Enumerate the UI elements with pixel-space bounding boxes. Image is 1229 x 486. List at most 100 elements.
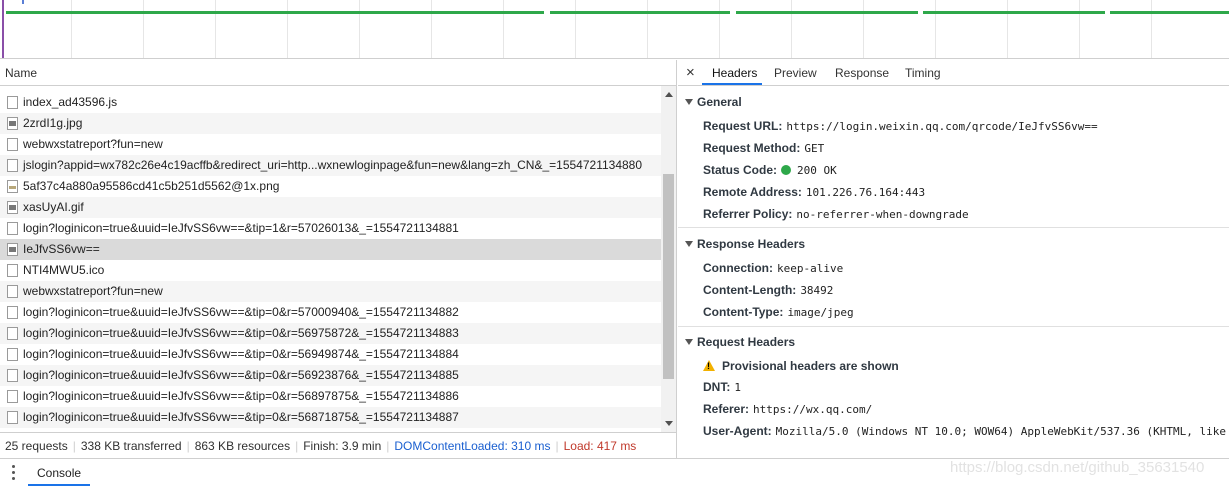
overview-gridline <box>359 0 360 58</box>
header-value: GET <box>804 142 825 155</box>
tab-preview[interactable]: Preview <box>774 66 817 80</box>
overview-event-marker <box>22 0 24 4</box>
overview-gridline <box>1007 0 1008 58</box>
file-icon <box>7 285 18 298</box>
watermark: https://blog.csdn.net/github_35631540 <box>950 459 1205 476</box>
tab-console[interactable]: Console <box>37 466 81 480</box>
overview-request-bar <box>6 11 544 14</box>
connection-row: Connection: keep-alive <box>703 261 843 275</box>
overview-gridline <box>287 0 288 58</box>
request-url-row: Request URL: https://login.weixin.qq.com/… <box>703 119 1098 133</box>
response-headers-title: Response Headers <box>697 237 806 251</box>
header-key: Content-Length: <box>703 283 797 297</box>
request-name: NTI4MWU5.ico <box>23 263 105 277</box>
referer-row: Referer: https://wx.qq.com/ <box>703 402 872 416</box>
request-name: login?loginicon=true&uuid=IeJfvSS6vw==&t… <box>23 410 459 424</box>
response-headers-section: Response Headers Connection: keep-alive C… <box>678 228 1229 325</box>
header-key: Status Code: <box>703 163 778 177</box>
request-row[interactable]: login?loginicon=true&uuid=IeJfvSS6vw==&t… <box>0 407 661 428</box>
tab-headers[interactable]: Headers <box>712 66 757 80</box>
separator: | <box>186 439 190 453</box>
request-headers-section: Request Headers Provisional headers are … <box>678 326 1229 458</box>
request-list-scrollbar[interactable] <box>661 86 676 432</box>
request-list[interactable]: index_ad43596.js 2zrdI1g.jpg webwxstatre… <box>0 86 661 432</box>
request-name: login?loginicon=true&uuid=IeJfvSS6vw==&t… <box>23 368 459 382</box>
header-value: keep-alive <box>777 262 844 275</box>
request-row[interactable]: login?loginicon=true&uuid=IeJfvSS6vw==&t… <box>0 218 661 239</box>
dnt-row: DNT: 1 <box>703 380 741 394</box>
overview-gridline <box>503 0 504 58</box>
request-row[interactable]: login?loginicon=true&uuid=IeJfvSS6vw==&t… <box>0 323 661 344</box>
finish-time: Finish: 3.9 min <box>303 439 382 453</box>
request-name: login?loginicon=true&uuid=IeJfvSS6vw==&t… <box>23 221 459 235</box>
png-file-icon <box>7 180 18 193</box>
overview-time-cursor[interactable] <box>2 0 4 58</box>
transferred-size: 338 KB transferred <box>80 439 182 453</box>
name-column-header[interactable]: Name <box>0 60 676 86</box>
file-icon <box>7 348 18 361</box>
dom-content-loaded-time: DOMContentLoaded: 310 ms <box>394 439 551 453</box>
request-row[interactable]: NTI4MWU5.ico <box>0 260 661 281</box>
request-row[interactable]: webwxstatreport?fun=new <box>0 134 661 155</box>
request-row-selected[interactable]: IeJfvSS6vw== <box>0 239 661 260</box>
request-row[interactable]: 2zrdI1g.jpg <box>0 113 661 134</box>
request-name: login?loginicon=true&uuid=IeJfvSS6vw==&t… <box>23 389 459 403</box>
tab-response[interactable]: Response <box>835 66 889 80</box>
status-ok-icon <box>781 165 792 175</box>
overview-gridline <box>935 0 936 58</box>
overview-request-bar <box>550 11 730 14</box>
response-headers-toggle[interactable]: Response Headers <box>685 237 805 251</box>
request-row[interactable]: login?loginicon=true&uuid=IeJfvSS6vw==&t… <box>0 302 661 323</box>
general-section-title: General <box>697 95 742 109</box>
overview-gridline <box>143 0 144 58</box>
request-name: jslogin?appid=wx782c26e4c19acffb&redirec… <box>23 158 643 172</box>
request-row[interactable]: jslogin?appid=wx782c26e4c19acffb&redirec… <box>0 155 661 176</box>
header-key: Referer: <box>703 402 750 416</box>
separator: | <box>72 439 76 453</box>
request-row[interactable]: xasUyAI.gif <box>0 197 661 218</box>
overview-gridline <box>1151 0 1152 58</box>
request-row[interactable]: login?loginicon=true&uuid=IeJfvSS6vw==&t… <box>0 344 661 365</box>
file-icon <box>7 264 18 277</box>
more-options-icon[interactable] <box>12 465 15 480</box>
header-value: 101.226.76.164:443 <box>805 186 926 199</box>
scroll-up-arrow-icon[interactable] <box>665 92 673 97</box>
request-row[interactable]: login?loginicon=true&uuid=IeJfvSS6vw==&t… <box>0 386 661 407</box>
request-list-pane: Name index_ad43596.js 2zrdI1g.jpg webwxs… <box>0 60 677 458</box>
request-headers-toggle[interactable]: Request Headers <box>685 335 795 349</box>
provisional-headers-warning: Provisional headers are shown <box>703 359 899 373</box>
expand-triangle-icon <box>685 339 693 345</box>
general-section: General Request URL: https://login.weixin… <box>678 86 1229 224</box>
general-section-toggle[interactable]: General <box>685 95 742 109</box>
status-code-row: Status Code: 200 OK <box>703 163 837 177</box>
close-icon[interactable]: × <box>686 64 695 81</box>
tab-timing[interactable]: Timing <box>905 66 941 80</box>
scrollbar-thumb[interactable] <box>663 174 674 379</box>
network-overview-timeline[interactable] <box>0 0 1229 59</box>
request-name: 5af37c4a880a95586cd41c5b251d5562@1x.png <box>23 179 280 193</box>
request-name: login?loginicon=true&uuid=IeJfvSS6vw==&t… <box>23 326 459 340</box>
active-tab-indicator <box>702 83 762 85</box>
overview-request-bar <box>736 11 918 14</box>
overview-gridline <box>1079 0 1080 58</box>
scroll-down-arrow-icon[interactable] <box>665 421 673 426</box>
request-row[interactable]: login?loginicon=true&uuid=IeJfvSS6vw==&t… <box>0 365 661 386</box>
request-row[interactable]: 5af37c4a880a95586cd41c5b251d5562@1x.png <box>0 176 661 197</box>
resources-size: 863 KB resources <box>194 439 291 453</box>
header-key: Remote Address: <box>703 185 802 199</box>
request-count: 25 requests <box>5 439 68 453</box>
request-row[interactable]: webwxstatreport?fun=new <box>0 281 661 302</box>
remote-address-row: Remote Address: 101.226.76.164:443 <box>703 185 925 199</box>
request-row[interactable]: index_ad43596.js <box>0 92 661 113</box>
file-icon <box>7 369 18 382</box>
overview-gridline <box>647 0 648 58</box>
file-icon <box>7 306 18 319</box>
header-key: DNT: <box>703 380 731 394</box>
header-value: 38492 <box>800 284 834 297</box>
details-tab-bar: × Headers Preview Response Timing <box>678 60 1229 86</box>
content-type-row: Content-Type: image/jpeg <box>703 305 854 319</box>
header-value: no-referrer-when-downgrade <box>796 208 969 221</box>
overview-gridline <box>863 0 864 58</box>
user-agent-row: User-Agent: Mozilla/5.0 (Windows NT 10.0;… <box>703 424 1226 438</box>
header-value: Mozilla/5.0 (Windows NT 10.0; WOW64) App… <box>775 425 1227 438</box>
